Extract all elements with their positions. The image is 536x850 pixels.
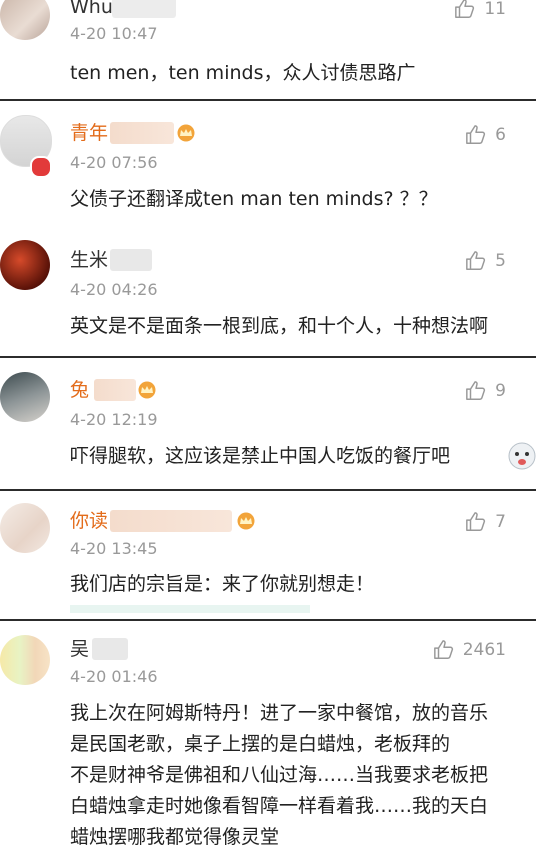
username-blur: [112, 0, 176, 18]
like-button[interactable]: 7: [465, 510, 506, 534]
timestamp: 4-20 12:19: [70, 410, 158, 429]
avatar[interactable]: [0, 240, 50, 290]
comment-text-line: 蜡烛摆哪我都觉得像灵堂: [70, 826, 280, 848]
comment-text: 吓得腿软，这应该是禁止中国人吃饭的餐厅吧: [70, 445, 451, 467]
thumbs-up-icon: [466, 512, 486, 531]
comment-text-line: 是民国老歌，桌子上摆的是白蜡烛，老板拜的: [70, 733, 451, 755]
comment-item: 吴 2461 4-20 01:46 我上次在阿姆斯特丹！进了一家中餐馆，放的音乐…: [0, 621, 536, 848]
timestamp: 4-20 07:56: [70, 153, 158, 172]
comment-text: 我们店的宗旨是：来了你就别想走！: [70, 573, 375, 595]
comment-item: 生米 5 4-20 04:26 英文是不是面条一根到底，和十个人，十种想法啊: [0, 228, 536, 357]
comment-item: 青年 6 4-20 07:56 父债子还翻译成ten man ten minds…: [0, 101, 536, 228]
like-count: 2461: [462, 640, 506, 660]
thumbs-up-icon: [466, 381, 486, 400]
timestamp: 4-20 01:46: [70, 667, 158, 686]
comment-text: 父债子还翻译成ten man ten minds? ？？: [70, 188, 438, 210]
like-button[interactable]: 11: [454, 0, 506, 21]
timestamp: 4-20 04:26: [70, 280, 158, 299]
crown-icon: [237, 512, 255, 530]
like-count: 6: [495, 125, 506, 145]
username-blur: [94, 379, 136, 401]
like-count: 9: [495, 381, 506, 401]
thumbs-up-icon: [466, 251, 486, 270]
comment-item: 你读 7 4-20 13:45 我们店的宗旨是：来了你就别想走！: [0, 491, 536, 619]
username-blur: [110, 122, 174, 144]
like-button[interactable]: 2461: [433, 638, 506, 662]
username[interactable]: 兔: [70, 378, 89, 402]
comment-item: 兔 9 4-20 12:19 吓得腿软，这应该是禁止中国人吃饭的餐厅吧: [0, 358, 536, 489]
vip-badge-icon: [30, 156, 52, 178]
thumbs-up-icon: [455, 0, 475, 18]
comment-text-line: 我上次在阿姆斯特丹！进了一家中餐馆，放的音乐: [70, 702, 489, 724]
comment-text-line: 白蜡烛拿走时她像看智障一样看着我……我的天白: [70, 795, 489, 817]
username-blur: [92, 638, 128, 660]
comment-text: 英文是不是面条一根到底，和十个人，十种想法啊: [70, 315, 489, 337]
thumbs-up-icon: [433, 640, 453, 659]
like-count: 7: [495, 512, 506, 532]
username[interactable]: 青年: [70, 121, 108, 145]
avatar[interactable]: [0, 372, 50, 422]
crown-icon: [177, 124, 195, 142]
username-blur: [110, 510, 232, 532]
username-blur: [110, 249, 152, 271]
dog-emoji-icon: [508, 442, 536, 470]
avatar[interactable]: [0, 503, 50, 553]
timestamp: 4-20 10:47: [70, 24, 158, 43]
like-count: 5: [495, 251, 506, 271]
username[interactable]: 吴: [70, 637, 89, 661]
comment-item: Whu 11 4-20 10:47 ten men，ten minds，众人讨债…: [0, 0, 536, 100]
like-button[interactable]: 9: [465, 379, 506, 403]
crown-icon: [138, 381, 156, 399]
comment-text: ten men，ten minds，众人讨债思路广: [70, 62, 416, 84]
username[interactable]: 你读: [70, 509, 108, 533]
timestamp: 4-20 13:45: [70, 539, 158, 558]
like-button[interactable]: 5: [465, 249, 506, 273]
username[interactable]: 生米: [70, 248, 108, 272]
like-button[interactable]: 6: [465, 123, 506, 147]
comment-text-line: 不是财神爷是佛祖和八仙过海……当我要求老板把: [70, 764, 489, 786]
username[interactable]: Whu: [70, 0, 113, 19]
avatar[interactable]: [0, 0, 50, 40]
avatar[interactable]: [0, 635, 50, 685]
thumbs-up-icon: [466, 125, 486, 144]
highlight-bar: [70, 605, 310, 613]
like-count: 11: [484, 0, 506, 19]
